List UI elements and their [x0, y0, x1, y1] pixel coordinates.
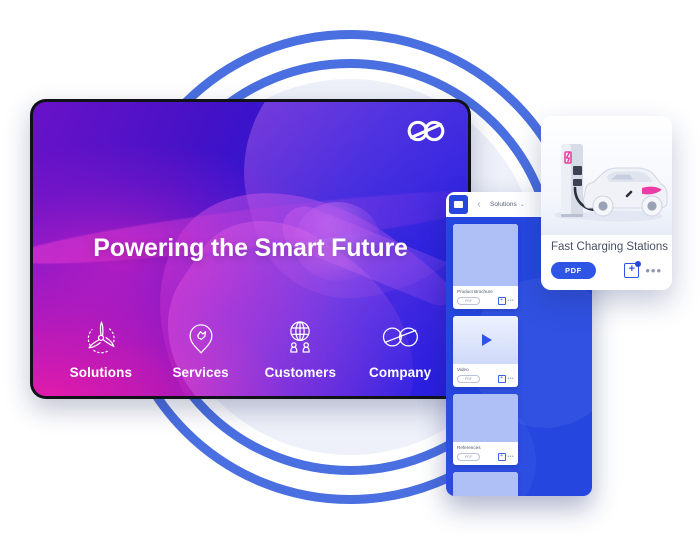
- infinity-logo: [406, 118, 446, 144]
- more-dots-icon[interactable]: •••: [508, 454, 514, 460]
- plus-glyph: +: [628, 263, 636, 275]
- nav-item-company[interactable]: Company: [355, 317, 445, 380]
- map-pin-icon: [181, 317, 221, 357]
- list-item[interactable]: Product Brochure PDF + •••: [453, 224, 518, 310]
- plus-square-icon[interactable]: +: [497, 297, 506, 306]
- infinity-icon: [378, 317, 422, 357]
- play-icon[interactable]: [481, 334, 492, 347]
- product-card[interactable]: Fast Charging Stations PDF + •••: [541, 116, 672, 290]
- presentation-screen: Powering the Smart Future Solutions Serv…: [33, 102, 468, 396]
- card-title: References: [457, 445, 481, 451]
- card-format-badge: PDF: [457, 375, 480, 384]
- globe-people-icon: [280, 317, 320, 357]
- nav-label-solutions: Solutions: [69, 365, 133, 380]
- mobile-category-label: Solutions: [490, 201, 517, 208]
- card-actions: + •••: [497, 297, 514, 306]
- card-actions: + •••: [497, 453, 514, 462]
- nav-item-services[interactable]: Services: [156, 317, 246, 380]
- screen-nav-row: Solutions Services Customers Company: [33, 317, 468, 380]
- ev-charging-station-photo: [541, 116, 672, 235]
- chevron-down-icon: ⌄: [519, 202, 525, 208]
- nav-label-company: Company: [369, 365, 432, 380]
- plus-square-icon[interactable]: +: [497, 453, 506, 462]
- card-actions: + •••: [497, 375, 514, 384]
- card-footer: PDF + •••: [457, 375, 514, 384]
- nav-label-services: Services: [172, 365, 229, 380]
- card-thumbnail: [453, 224, 518, 286]
- card-format-badge: PDF: [457, 453, 480, 462]
- card-title: Product Brochure: [457, 289, 493, 294]
- card-thumbnail: [453, 472, 518, 496]
- card-body: Product Brochure PDF + •••: [453, 286, 518, 309]
- card-format-badge: PDF: [457, 297, 480, 306]
- product-card-actions: + •••: [624, 261, 662, 278]
- list-item[interactable]: References PDF + •••: [453, 394, 518, 466]
- plus-square-icon[interactable]: +: [497, 375, 506, 384]
- more-dots-icon[interactable]: •••: [508, 376, 514, 382]
- nav-item-customers[interactable]: Customers: [255, 317, 345, 380]
- card-body: Video PDF + •••: [453, 364, 518, 387]
- list-item[interactable]: Video PDF + •••: [453, 316, 518, 388]
- nav-item-solutions[interactable]: Solutions: [56, 317, 146, 380]
- more-dots-icon[interactable]: •••: [645, 264, 662, 277]
- card-thumbnail: [453, 394, 518, 443]
- card-footer: PDF + •••: [457, 297, 514, 306]
- more-dots-icon[interactable]: •••: [508, 298, 514, 304]
- illustration-canvas: Powering the Smart Future Solutions Serv…: [0, 0, 700, 560]
- card-footer: PDF + •••: [457, 453, 514, 462]
- card-thumbnail: [453, 316, 518, 365]
- pdf-button[interactable]: PDF: [551, 262, 596, 279]
- hamburger-icon[interactable]: [449, 195, 468, 214]
- list-item[interactable]: Instructions PDF + •••: [453, 472, 518, 496]
- page-title: Powering the Smart Future: [93, 234, 408, 262]
- mobile-category-dropdown[interactable]: Solutions ⌄: [490, 201, 525, 208]
- card-body: References PDF + •••: [453, 442, 518, 465]
- plus-square-icon[interactable]: +: [624, 261, 642, 278]
- card-title: Video: [457, 367, 469, 373]
- notification-badge: [635, 261, 642, 267]
- product-card-body: Fast Charging Stations PDF + •••: [541, 235, 672, 290]
- laptop-screen-frame: Powering the Smart Future Solutions Serv…: [30, 99, 471, 399]
- nav-label-customers: Customers: [264, 365, 337, 380]
- chevron-left-icon[interactable]: ‹: [474, 199, 484, 210]
- product-card-footer: PDF + •••: [551, 261, 662, 279]
- product-card-title: Fast Charging Stations: [551, 241, 668, 253]
- wind-turbine-icon: [81, 317, 121, 357]
